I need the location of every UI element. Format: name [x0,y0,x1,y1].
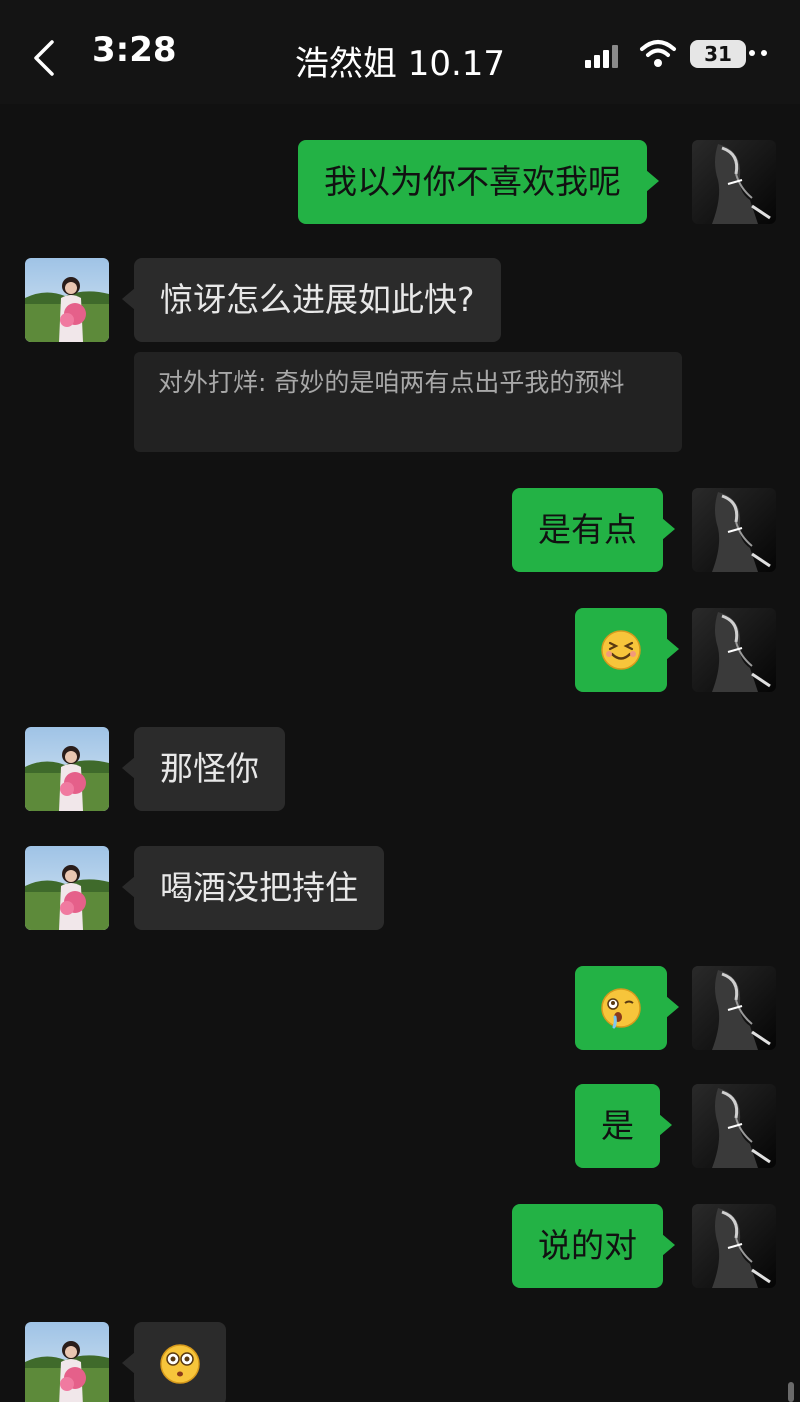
message-bubble-outgoing[interactable]: 说的对 [512,1204,675,1288]
message-text: 说的对 [538,1226,637,1265]
cellular-signal-icon [585,45,618,68]
my-avatar[interactable] [692,1204,776,1288]
quoted-message[interactable]: 对外打烊: 奇妙的是咱两有点出乎我的预料 [134,352,682,452]
message-bubble-incoming[interactable]: 喝酒没把持住 [122,846,384,930]
message-text: 是 [601,1106,634,1145]
message-bubble-incoming[interactable] [122,1322,226,1402]
message-bubble-outgoing[interactable]: 我以为你不喜欢我呢 [298,140,659,224]
contact-avatar[interactable] [25,727,109,811]
message-text: 是有点 [538,510,637,549]
wifi-icon [640,40,676,67]
contact-avatar[interactable] [25,1322,109,1402]
more-options-icon[interactable] [748,48,768,58]
message-bubble-outgoing[interactable] [575,966,679,1050]
message-text: 惊讶怎么进展如此快? [160,280,475,319]
message-bubble-incoming[interactable]: 惊讶怎么进展如此快? [122,258,501,342]
contact-avatar[interactable] [25,258,109,342]
my-avatar[interactable] [692,140,776,224]
contact-avatar[interactable] [25,846,109,930]
message-text: 我以为你不喜欢我呢 [324,162,621,201]
message-bubble-incoming[interactable]: 那怪你 [122,727,285,811]
quoted-message-text: 对外打烊: 奇妙的是咱两有点出乎我的预料 [158,368,625,397]
flushed-face-emoji-icon [160,1343,200,1384]
message-text: 那怪你 [160,749,259,788]
battery-indicator: 31 [690,40,746,68]
drooling-face-emoji-icon [601,987,641,1028]
scroll-indicator[interactable] [788,1382,794,1402]
chat-title: 浩然姐 10.17 [294,44,506,84]
message-bubble-outgoing[interactable]: 是有点 [512,488,675,572]
message-text: 喝酒没把持住 [160,868,358,907]
grinning-squint-emoji-icon [601,629,641,670]
message-bubble-outgoing[interactable] [575,608,679,692]
my-avatar[interactable] [692,966,776,1050]
my-avatar[interactable] [692,608,776,692]
message-bubble-outgoing[interactable]: 是 [575,1084,672,1168]
my-avatar[interactable] [692,1084,776,1168]
my-avatar[interactable] [692,488,776,572]
chat-header: 3:28 浩然姐 10.17 31 [0,0,800,104]
